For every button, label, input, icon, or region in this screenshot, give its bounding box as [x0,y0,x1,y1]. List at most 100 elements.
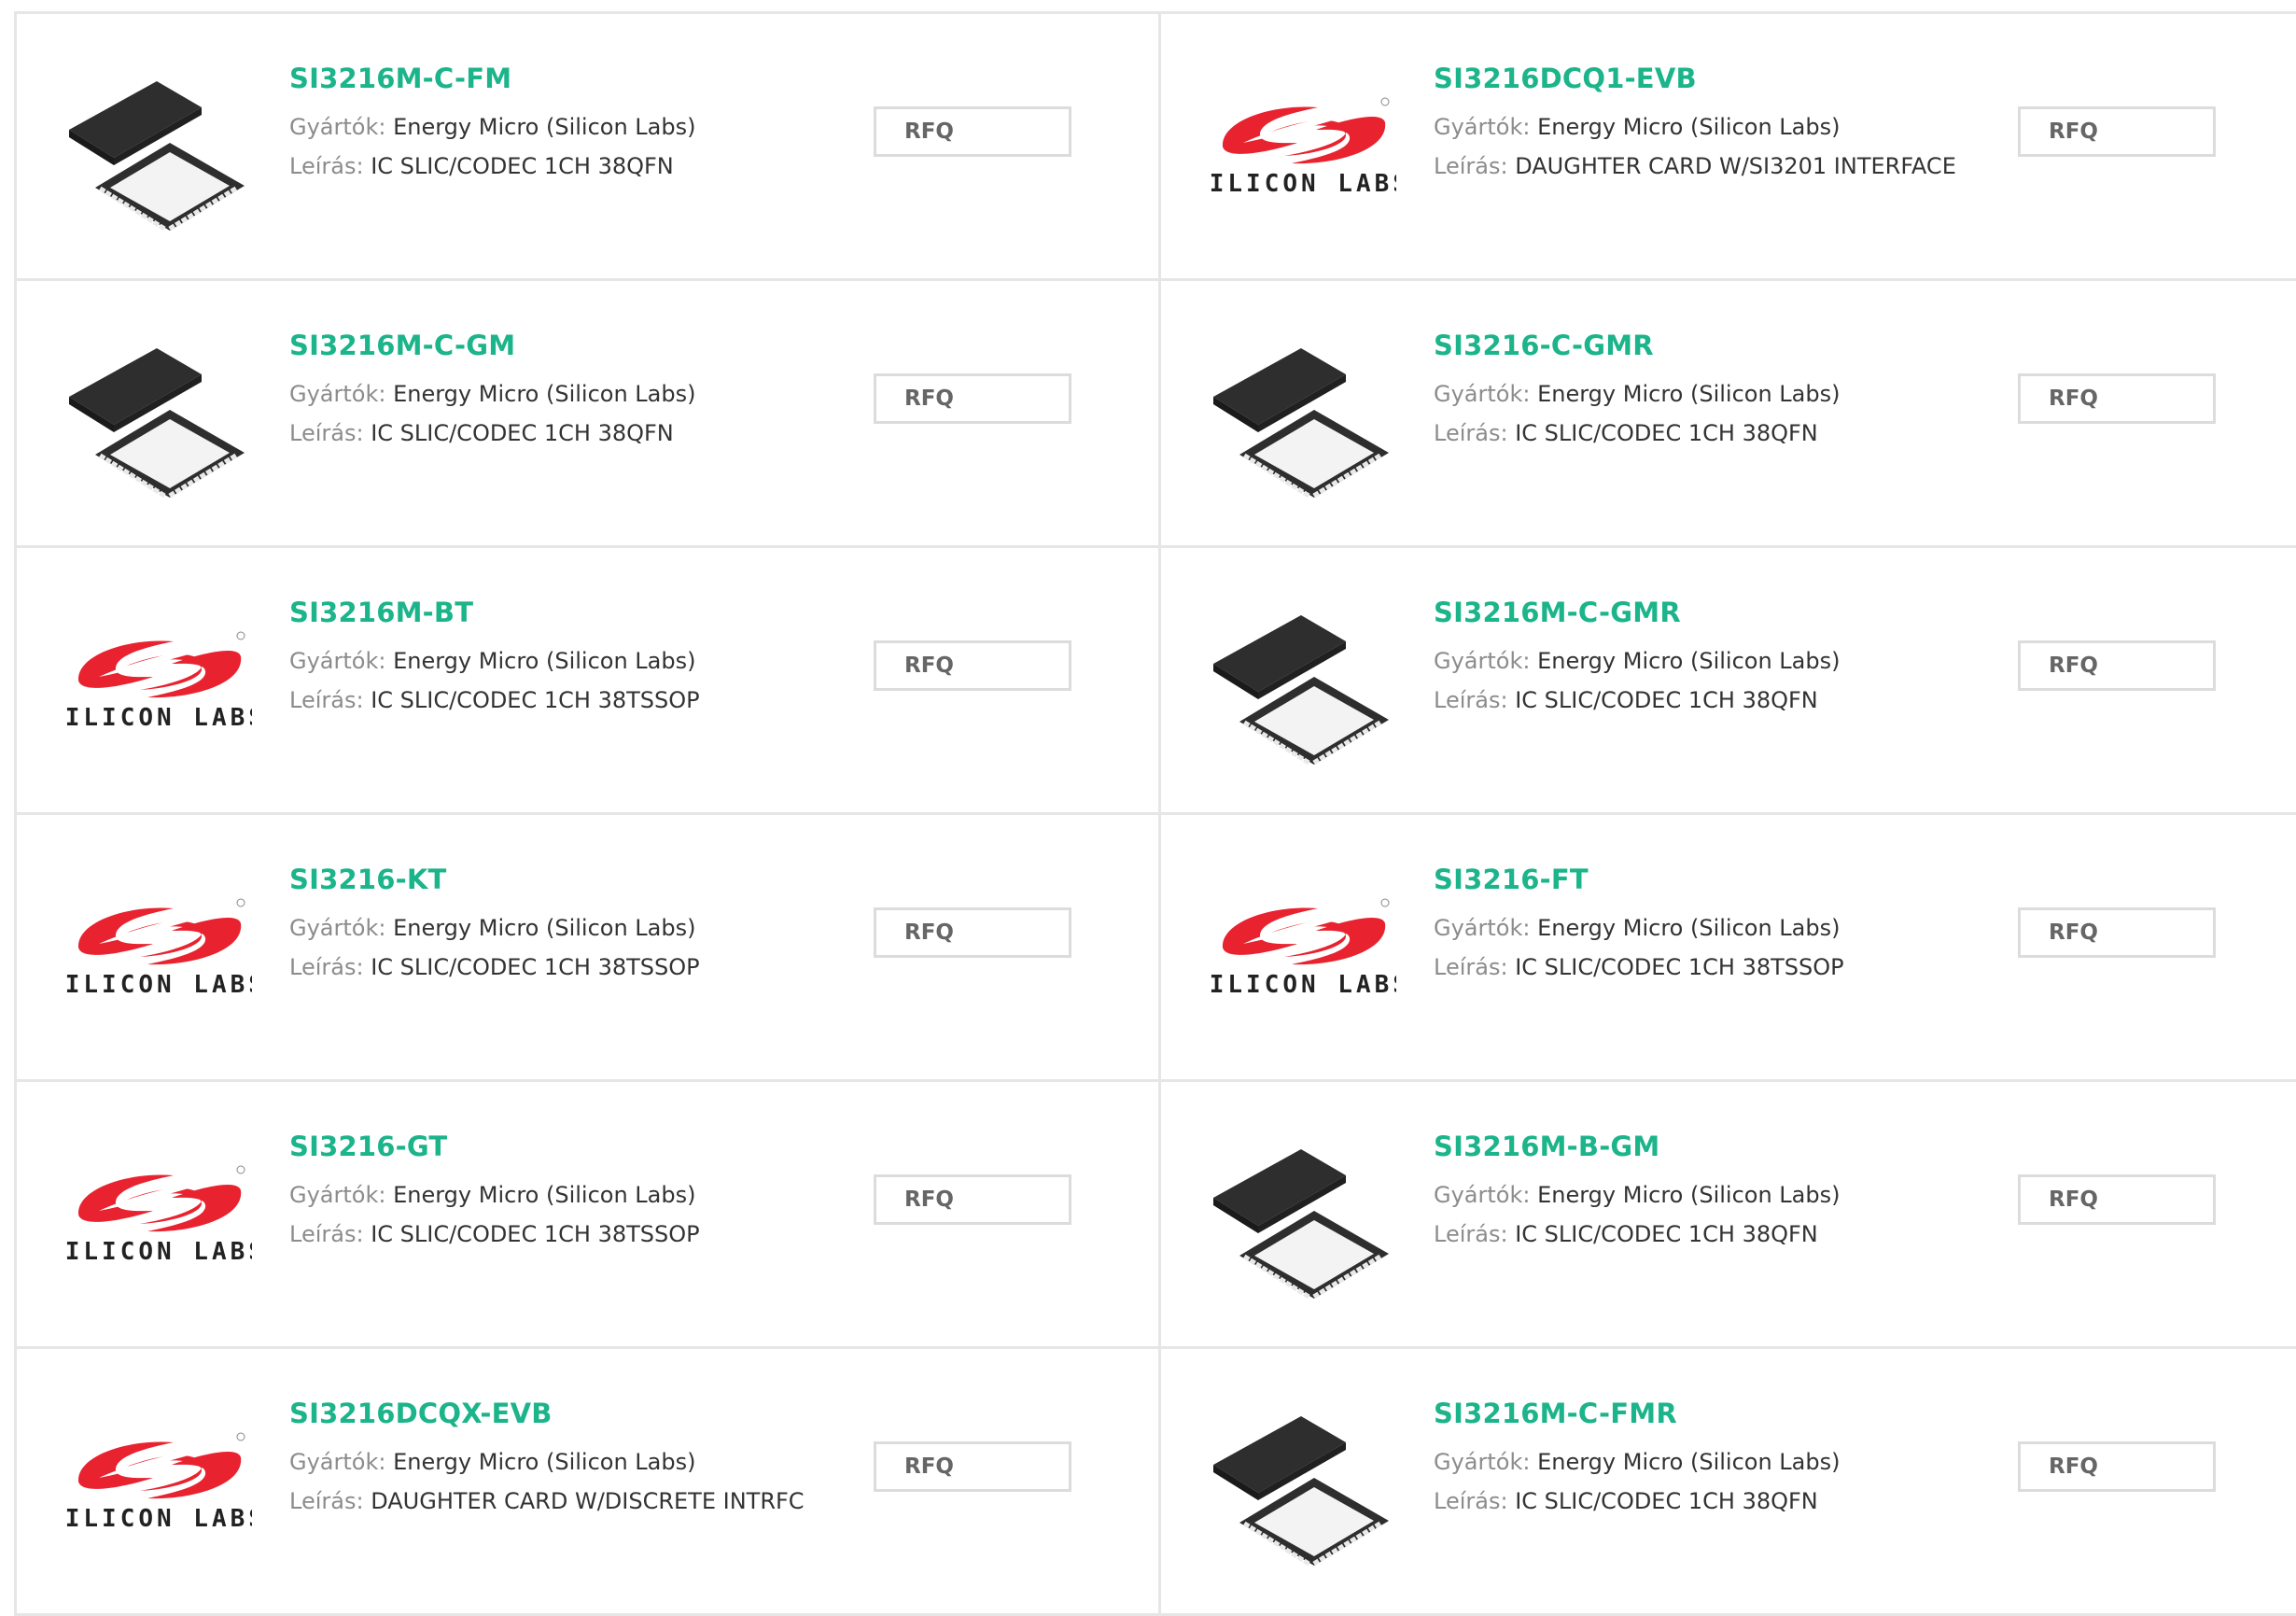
manufacturer-value: Energy Micro (Silicon Labs) [1537,648,1841,674]
product-card-si3216-gt: SILICON LABS SI3216-GT Gyártók: Energy M… [17,1082,1161,1349]
product-image[interactable] [1206,587,1396,774]
manufacturer-value: Energy Micro (Silicon Labs) [1537,915,1841,941]
part-number-link[interactable]: SI3216M-B-GM [1434,1131,1840,1162]
description-value: IC SLIC/CODEC 1CH 38QFN [1515,1488,1818,1514]
product-card-si3216-ft: SILICON LABS SI3216-FT Gyártók: Energy M… [1161,815,2296,1082]
manufacturer-label: Gyártók: [1434,915,1531,941]
silicon-labs-logo: SILICON LABS [1206,53,1396,240]
product-info: SI3216M-C-FMR Gyártók: Energy Micro (Sil… [1434,1398,1840,1521]
part-number-link[interactable]: SI3216DCQX-EVB [289,1398,805,1429]
part-number-link[interactable]: SI3216M-C-GM [289,330,695,361]
manufacturer-label: Gyártók: [289,915,386,941]
product-info: SI3216M-C-GM Gyártók: Energy Micro (Sili… [289,330,695,453]
description-value: IC SLIC/CODEC 1CH 38QFN [1515,687,1818,713]
description-line: Leírás: IC SLIC/CODEC 1CH 38QFN [289,147,695,186]
product-info: SI3216-C-GMR Gyártók: Energy Micro (Sili… [1434,330,1840,453]
product-image[interactable]: SILICON LABS [62,587,252,774]
product-image[interactable]: SILICON LABS [1206,854,1396,1041]
product-card-si3216-kt: SILICON LABS SI3216-KT Gyártók: Energy M… [17,815,1161,1082]
description-value: IC SLIC/CODEC 1CH 38TSSOP [1515,954,1844,980]
svg-text:SILICON LABS: SILICON LABS [1206,170,1396,198]
product-image[interactable]: SILICON LABS [62,854,252,1041]
description-label: Leírás: [289,954,364,980]
product-card-si3216m-b-gm: SI3216M-B-GM Gyártók: Energy Micro (Sili… [1161,1082,2296,1349]
product-image[interactable]: SILICON LABS [1206,53,1396,240]
product-image[interactable]: SILICON LABS [62,1388,252,1575]
rfq-button[interactable]: RFQ [874,106,1071,157]
rfq-button[interactable]: RFQ [874,1441,1071,1492]
rfq-button[interactable]: RFQ [2018,1441,2216,1492]
manufacturer-label: Gyártók: [1434,381,1531,407]
description-value: IC SLIC/CODEC 1CH 38QFN [371,153,674,179]
product-image[interactable] [1206,1121,1396,1308]
part-number-link[interactable]: SI3216M-C-GMR [1434,597,1840,628]
manufacturer-line: Gyártók: Energy Micro (Silicon Labs) [1434,1175,1840,1215]
manufacturer-line: Gyártók: Energy Micro (Silicon Labs) [289,374,695,414]
description-label: Leírás: [1434,1488,1508,1514]
manufacturer-label: Gyártók: [289,1182,386,1208]
rfq-button[interactable]: RFQ [2018,907,2216,958]
silicon-labs-logo: SILICON LABS [62,587,252,774]
rfq-button[interactable]: RFQ [2018,640,2216,691]
product-info: SI3216-KT Gyártók: Energy Micro (Silicon… [289,864,700,987]
description-value: DAUGHTER CARD W/DISCRETE INTRFC [371,1488,805,1514]
description-label: Leírás: [1434,687,1508,713]
description-line: Leírás: IC SLIC/CODEC 1CH 38QFN [1434,681,1840,720]
chip-icon [62,53,252,240]
svg-text:SILICON LABS: SILICON LABS [1206,971,1396,999]
rfq-button[interactable]: RFQ [874,907,1071,958]
manufacturer-line: Gyártók: Energy Micro (Silicon Labs) [289,107,695,147]
product-image[interactable] [62,320,252,507]
silicon-labs-logo: SILICON LABS [62,1388,252,1575]
manufacturer-line: Gyártók: Energy Micro (Silicon Labs) [289,1442,805,1482]
svg-text:SILICON LABS: SILICON LABS [62,704,252,732]
manufacturer-label: Gyártók: [289,1449,386,1475]
description-label: Leírás: [289,1488,364,1514]
part-number-link[interactable]: SI3216M-C-FMR [1434,1398,1840,1429]
part-number-link[interactable]: SI3216-GT [289,1131,700,1162]
rfq-button[interactable]: RFQ [874,1174,1071,1225]
rfq-button[interactable]: RFQ [874,640,1071,691]
part-number-link[interactable]: SI3216-C-GMR [1434,330,1840,361]
description-line: Leírás: IC SLIC/CODEC 1CH 38TSSOP [1434,948,1844,987]
part-number-link[interactable]: SI3216M-C-FM [289,63,695,94]
description-label: Leírás: [289,1221,364,1247]
product-card-si3216m-c-fmr: SI3216M-C-FMR Gyártók: Energy Micro (Sil… [1161,1349,2296,1616]
rfq-button[interactable]: RFQ [2018,373,2216,424]
description-value: IC SLIC/CODEC 1CH 38TSSOP [371,1221,700,1247]
product-info: SI3216DCQ1-EVB Gyártók: Energy Micro (Si… [1434,63,1956,186]
part-number-link[interactable]: SI3216-FT [1434,864,1844,895]
manufacturer-value: Energy Micro (Silicon Labs) [393,381,696,407]
silicon-labs-logo: SILICON LABS [62,1121,252,1308]
chip-icon [1206,587,1396,774]
part-number-link[interactable]: SI3216DCQ1-EVB [1434,63,1956,94]
product-image[interactable] [1206,320,1396,507]
part-number-link[interactable]: SI3216M-BT [289,597,700,628]
description-line: Leírás: IC SLIC/CODEC 1CH 38QFN [1434,1215,1840,1254]
product-image[interactable]: SILICON LABS [62,1121,252,1308]
product-info: SI3216M-B-GM Gyártók: Energy Micro (Sili… [1434,1131,1840,1254]
manufacturer-value: Energy Micro (Silicon Labs) [1537,1182,1841,1208]
manufacturer-line: Gyártók: Energy Micro (Silicon Labs) [289,908,700,948]
description-line: Leírás: IC SLIC/CODEC 1CH 38TSSOP [289,948,700,987]
product-info: SI3216DCQX-EVB Gyártók: Energy Micro (Si… [289,1398,805,1521]
rfq-button[interactable]: RFQ [874,373,1071,424]
description-line: Leírás: IC SLIC/CODEC 1CH 38TSSOP [289,681,700,720]
product-image[interactable] [1206,1388,1396,1575]
product-image[interactable] [62,53,252,240]
rfq-button[interactable]: RFQ [2018,1174,2216,1225]
manufacturer-label: Gyártók: [1434,1449,1531,1475]
manufacturer-value: Energy Micro (Silicon Labs) [393,1449,696,1475]
description-line: Leírás: IC SLIC/CODEC 1CH 38QFN [289,414,695,453]
product-info: SI3216M-BT Gyártók: Energy Micro (Silico… [289,597,700,720]
product-card-si3216m-bt: SILICON LABS SI3216M-BT Gyártók: Energy … [17,548,1161,815]
description-label: Leírás: [1434,954,1508,980]
product-info: SI3216-GT Gyártók: Energy Micro (Silicon… [289,1131,700,1254]
description-line: Leírás: IC SLIC/CODEC 1CH 38QFN [1434,1482,1840,1521]
part-number-link[interactable]: SI3216-KT [289,864,700,895]
description-value: IC SLIC/CODEC 1CH 38TSSOP [371,954,700,980]
product-info: SI3216M-C-GMR Gyártók: Energy Micro (Sil… [1434,597,1840,720]
description-value: DAUGHTER CARD W/SI3201 INTERFACE [1515,153,1956,179]
description-value: IC SLIC/CODEC 1CH 38QFN [371,420,674,446]
rfq-button[interactable]: RFQ [2018,106,2216,157]
